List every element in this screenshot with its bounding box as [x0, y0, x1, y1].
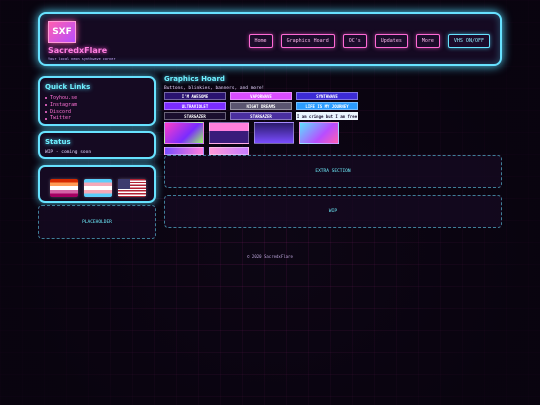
graphic-button[interactable]: VAPORWAVE — [230, 92, 292, 100]
flags-row — [50, 179, 146, 197]
nav-home-button[interactable]: Home — [248, 34, 273, 48]
nav-more-button[interactable]: More — [415, 34, 440, 48]
graphic-thumbnail[interactable] — [299, 122, 339, 144]
graphics-hoard-title: Graphics Hoard — [164, 75, 225, 83]
graphic-button[interactable]: LIFE IS MY JOURNEY — [296, 102, 358, 110]
quick-link-toyhouse[interactable]: Toyhou.se — [45, 95, 77, 102]
graphic-thumbnail[interactable] — [164, 147, 204, 155]
extra-section-panel: EXTRA SECTION — [164, 155, 502, 188]
nav-graphics-hoard-button[interactable]: Graphics Hoard — [280, 34, 335, 48]
quick-links-title: Quick Links — [45, 83, 91, 91]
graphic-button[interactable]: ULTRAVIOLET — [164, 102, 226, 110]
placeholder-text: PLACEHOLDER — [82, 219, 112, 225]
graphic-thumbnail[interactable] — [209, 122, 249, 144]
graphic-button[interactable]: I'M AWESOME — [164, 92, 226, 100]
site-header: SXF SacredxFlare Your local neon synthwa… — [38, 12, 502, 66]
placeholder-panel: PLACEHOLDER — [38, 205, 156, 239]
site-logo[interactable]: SXF — [48, 21, 76, 43]
site-footer: © 2020 SacredxFlare — [247, 254, 293, 259]
extra-section-label: EXTRA SECTION — [315, 169, 351, 174]
graphic-button[interactable]: NIGHT DREAMS — [230, 102, 292, 110]
graphic-thumbnail[interactable] — [164, 122, 204, 144]
nav-updates-button[interactable]: Updates — [374, 34, 408, 48]
graphic-button[interactable]: STARGAZER — [164, 112, 226, 120]
trans-flag-icon — [84, 179, 112, 197]
nav-ocs-button[interactable]: OC's — [342, 34, 367, 48]
lesbian-flag-icon — [50, 179, 78, 197]
wip-label: WIP — [328, 209, 338, 214]
flags-panel — [38, 165, 156, 203]
graphic-button[interactable]: STARGAZER — [230, 112, 292, 120]
quick-links-panel: Quick Links Toyhou.se Instagram Discord … — [38, 76, 156, 126]
page: SXF SacredxFlare Your local neon synthwa… — [0, 0, 540, 405]
graphic-thumbnail[interactable] — [209, 147, 249, 155]
status-title: Status — [45, 138, 71, 146]
status-text: WIP - coming soon — [45, 150, 92, 155]
graphic-button[interactable]: SYNTHWAVE — [296, 92, 358, 100]
vhs-toggle-button[interactable]: VHS ON/OFF — [447, 34, 490, 48]
graphic-thumbnail[interactable] — [254, 122, 294, 144]
graphic-button[interactable]: I am cringe but I am free — [296, 112, 358, 120]
quick-link-instagram[interactable]: Instagram — [45, 102, 77, 109]
graphics-hoard-subtitle: Buttons, blinkies, banners, and more! — [164, 86, 265, 91]
wip-panel: WIP — [164, 195, 502, 228]
status-panel: Status WIP - coming soon — [38, 131, 156, 159]
usa-flag-icon — [118, 179, 146, 197]
quick-link-discord[interactable]: Discord — [45, 109, 77, 116]
site-tagline: Your local neon synthwave corner — [48, 57, 116, 61]
main-nav: Home Graphics Hoard OC's Updates More VH… — [248, 34, 490, 48]
quick-links-list: Toyhou.se Instagram Discord Twitter — [45, 95, 77, 122]
quick-link-twitter[interactable]: Twitter — [45, 115, 77, 122]
site-name: SacredxFlare — [48, 46, 108, 55]
